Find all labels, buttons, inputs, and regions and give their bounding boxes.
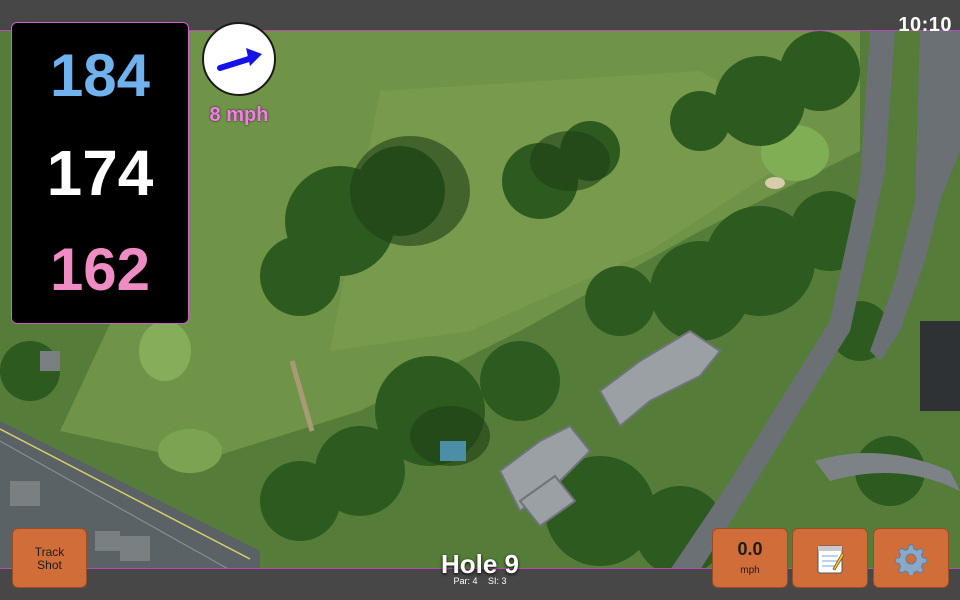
hole-stroke-index: SI: 3 — [488, 576, 507, 586]
speed-unit: mph — [740, 565, 760, 576]
golf-gps-app: 10:10 184 174 162 8 mph Track Shot Hole … — [0, 0, 960, 600]
wind-direction-arrow-icon — [217, 48, 262, 71]
track-shot-label-line2: Shot — [37, 558, 62, 572]
speed-button[interactable]: 0.0 mph — [712, 528, 788, 588]
wind-speed-label: 8 mph — [209, 104, 269, 126]
yardage-center: 174 — [46, 137, 154, 209]
track-shot-button[interactable]: Track Shot — [12, 528, 87, 588]
yardage-panel: 184 174 162 — [11, 22, 189, 324]
speed-value: 0.0 — [737, 539, 763, 559]
hole-par: Par: 4 — [453, 576, 478, 586]
yardage-front: 162 — [49, 236, 151, 303]
yardage-back: 184 — [49, 42, 151, 109]
clock: 10:10 — [898, 14, 952, 36]
gear-icon — [895, 544, 927, 575]
hole-info: Par: 4 SI: 3 — [380, 576, 580, 586]
notes-button[interactable] — [792, 528, 868, 588]
notepad-icon — [817, 545, 845, 574]
settings-button[interactable] — [873, 528, 949, 588]
wind-indicator — [202, 22, 276, 96]
track-shot-label-line1: Track — [34, 545, 65, 559]
